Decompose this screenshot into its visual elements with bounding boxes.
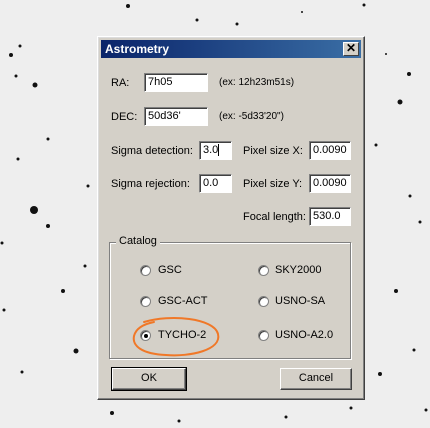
star: [301, 11, 303, 13]
star: [18, 44, 22, 48]
star: [424, 408, 428, 412]
radio-tycho-2[interactable]: [140, 330, 151, 341]
radio-sky2000[interactable]: [258, 265, 269, 276]
star: [9, 53, 13, 57]
star: [407, 72, 411, 76]
dec-example-hint: (ex: -5d33'20"): [219, 111, 284, 122]
star: [46, 224, 50, 228]
ra-input[interactable]: 7h05: [144, 73, 208, 92]
radio-label-gsc[interactable]: GSC: [158, 264, 182, 276]
star: [83, 264, 87, 268]
focal-length-label: Focal length:: [243, 211, 306, 223]
catalog-legend: Catalog: [116, 235, 160, 247]
dec-label: DEC:: [111, 111, 138, 123]
text-cursor: [218, 144, 220, 157]
radio-label-tycho-2[interactable]: TYCHO-2: [158, 329, 206, 341]
star: [284, 415, 288, 419]
star: [394, 289, 398, 293]
radio-gsc-act[interactable]: [140, 296, 151, 307]
star: [397, 99, 403, 105]
title-bar[interactable]: Astrometry ✕: [101, 40, 361, 58]
star: [195, 18, 199, 22]
star: [32, 82, 38, 88]
star: [412, 348, 416, 352]
star: [0, 241, 4, 245]
radio-usno-a2[interactable]: [258, 330, 269, 341]
star: [349, 406, 353, 410]
star: [418, 220, 422, 224]
star: [378, 372, 382, 376]
close-icon: ✕: [345, 41, 357, 55]
star: [14, 74, 18, 78]
star: [61, 289, 65, 293]
sigma-rejection-label: Sigma rejection:: [111, 178, 190, 190]
star: [2, 308, 6, 312]
pixel-size-y-label: Pixel size Y:: [243, 178, 303, 190]
radio-label-sky2000[interactable]: SKY2000: [275, 264, 321, 276]
star: [110, 411, 114, 415]
radio-label-gsc-act[interactable]: GSC-ACT: [158, 295, 208, 307]
sigma-detection-value: 3.0: [203, 144, 219, 156]
pixel-size-x-label: Pixel size X:: [243, 145, 303, 157]
close-button[interactable]: ✕: [343, 42, 359, 56]
star: [374, 143, 378, 147]
star: [177, 419, 181, 423]
dec-input[interactable]: 50d36': [144, 107, 208, 126]
ok-button[interactable]: OK: [111, 367, 187, 391]
ra-example-hint: (ex: 12h23m51s): [219, 77, 295, 88]
star: [30, 206, 38, 214]
star: [73, 348, 79, 354]
star: [46, 137, 50, 141]
star: [408, 194, 412, 198]
star: [362, 3, 366, 7]
pixel-size-x-input[interactable]: 0.0090: [309, 141, 351, 160]
star: [86, 184, 90, 188]
radio-gsc[interactable]: [140, 265, 151, 276]
astrometry-dialog: Astrometry ✕ RA: 7h05 (ex: 12h23m51s) DE…: [97, 36, 365, 400]
focal-length-input[interactable]: 530.0: [309, 207, 351, 226]
star: [385, 53, 387, 55]
star: [235, 22, 239, 26]
radio-label-usno-a2[interactable]: USNO-A2.0: [275, 329, 333, 341]
star: [16, 157, 20, 161]
sigma-detection-label: Sigma detection:: [111, 145, 193, 157]
cancel-button[interactable]: Cancel: [280, 368, 352, 390]
star: [126, 4, 130, 8]
sigma-detection-input[interactable]: 3.0: [199, 141, 232, 160]
pixel-size-y-input[interactable]: 0.0090: [309, 174, 351, 193]
radio-usno-sa[interactable]: [258, 296, 269, 307]
sigma-rejection-input[interactable]: 0.0: [199, 174, 232, 193]
window-title: Astrometry: [105, 42, 170, 56]
star: [20, 370, 24, 374]
ra-label: RA:: [111, 77, 130, 89]
radio-label-usno-sa[interactable]: USNO-SA: [275, 295, 325, 307]
